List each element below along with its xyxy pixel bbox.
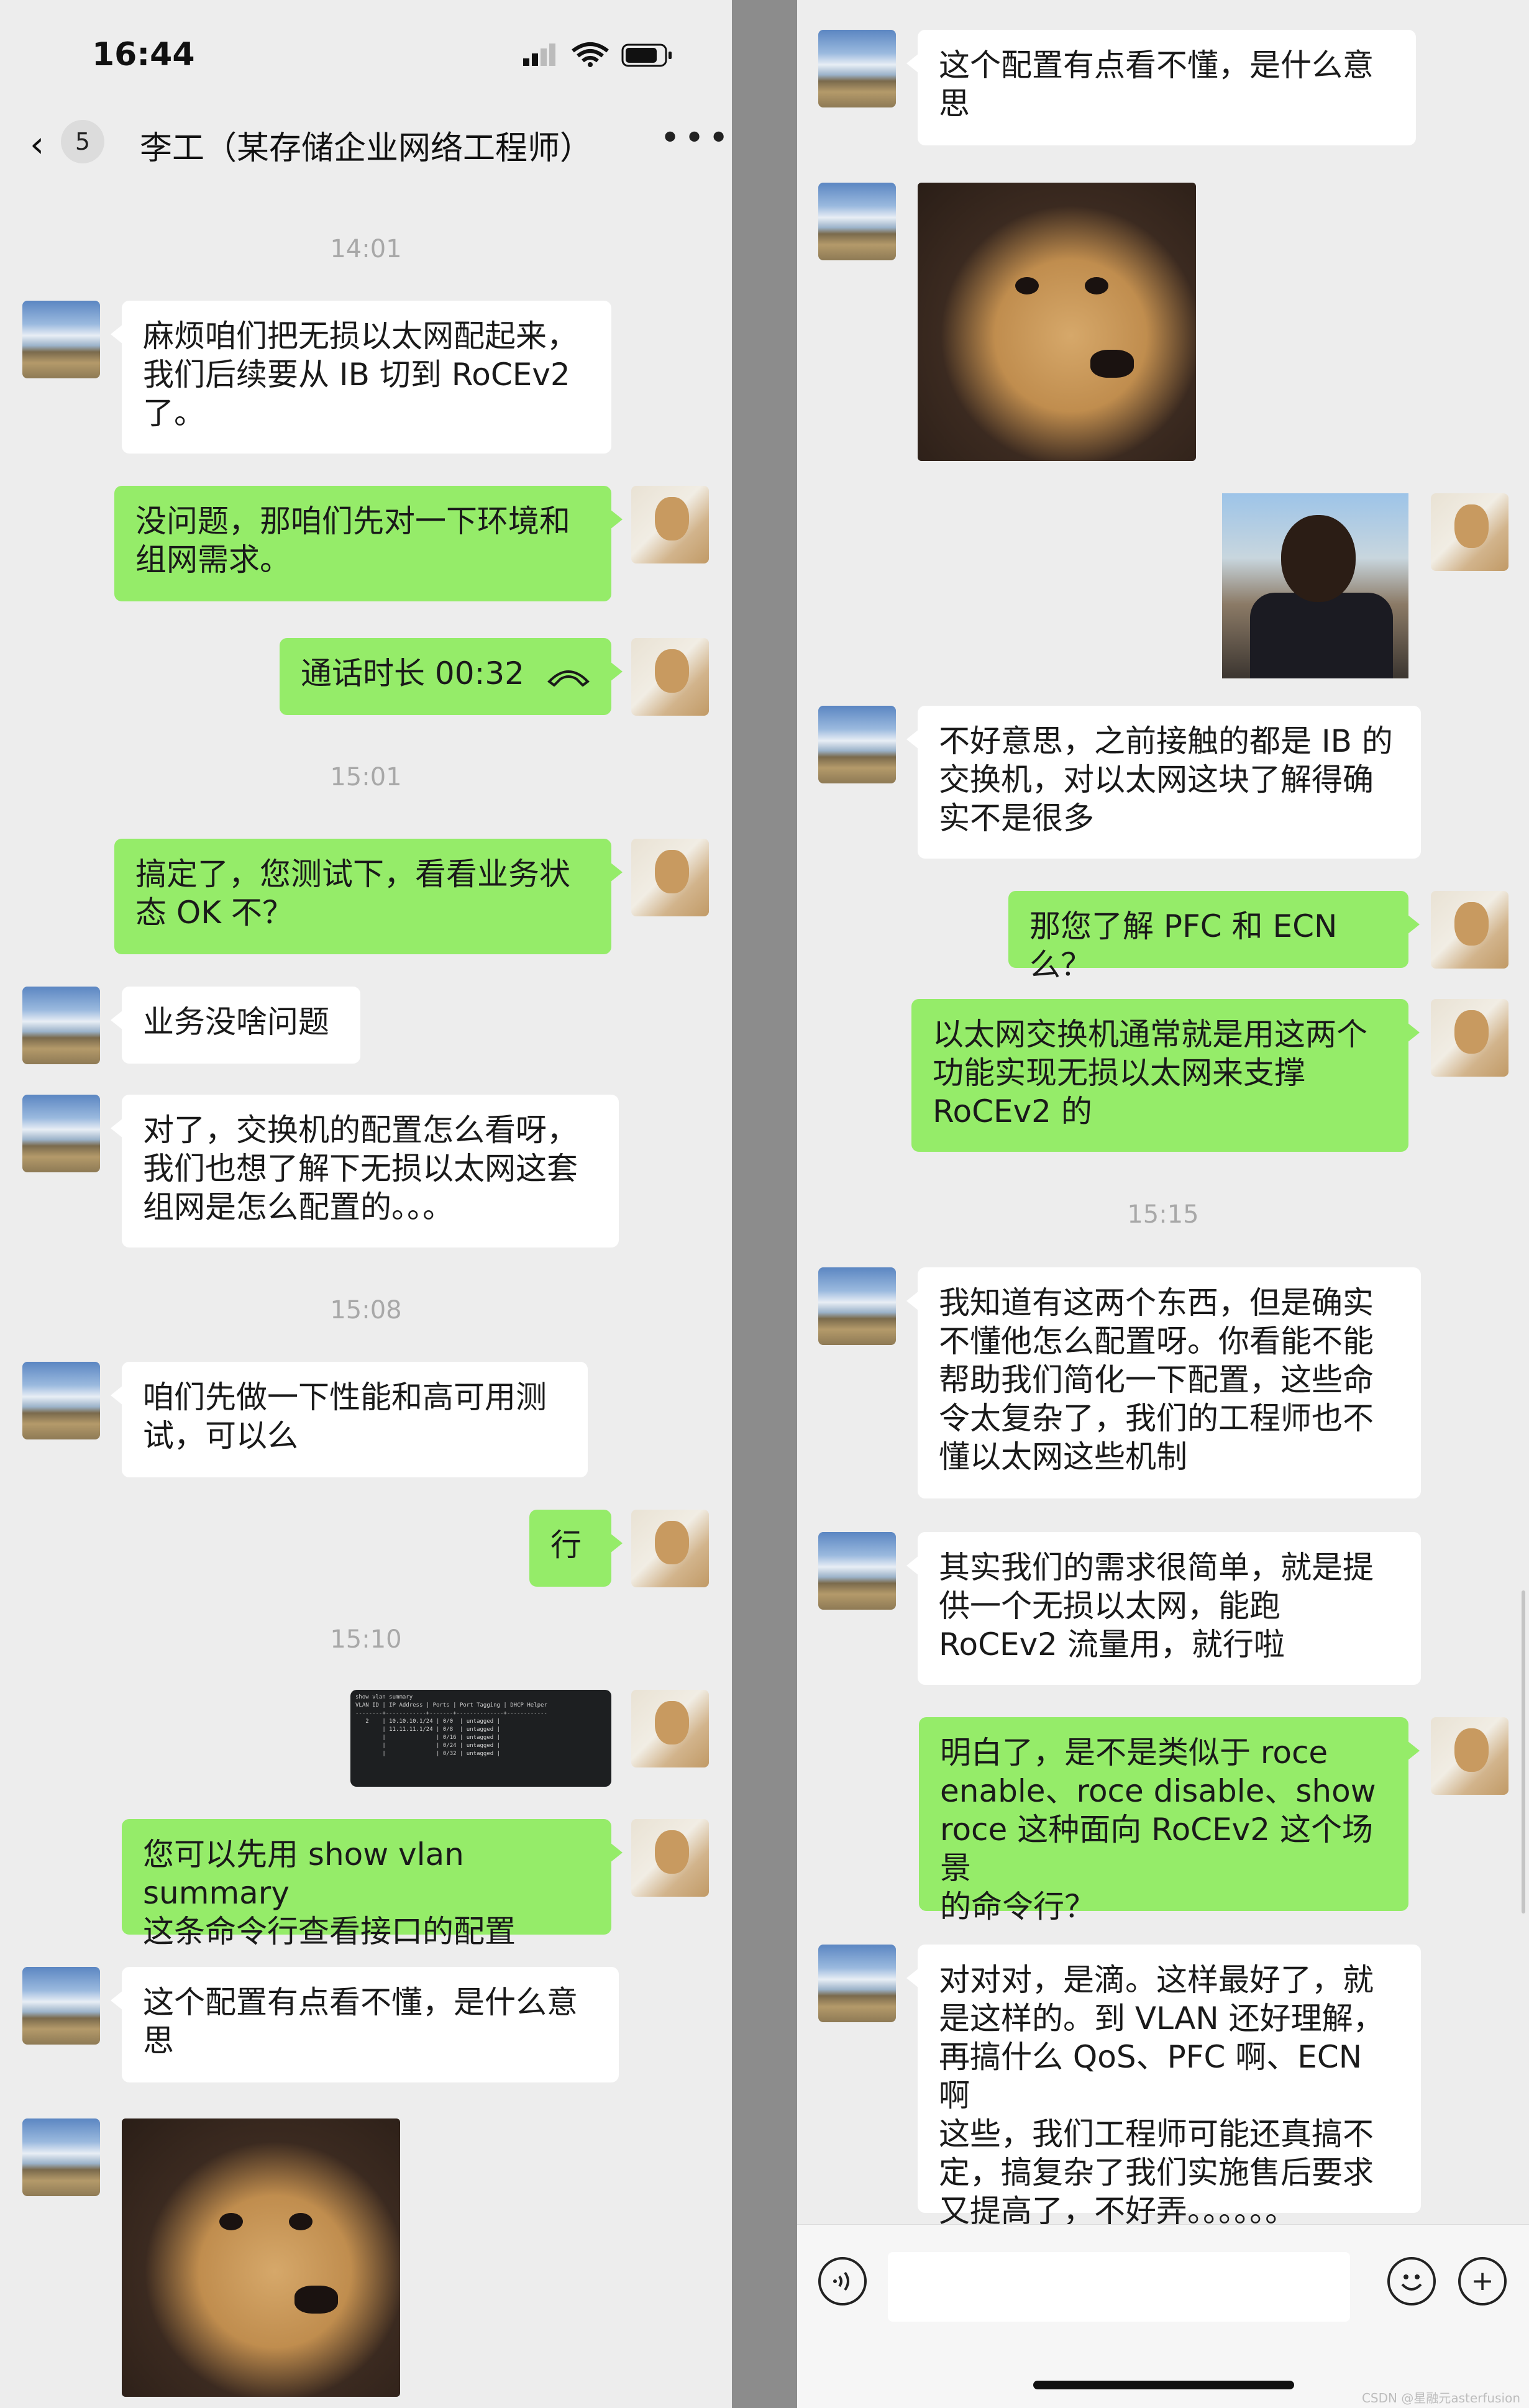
avatar[interactable] xyxy=(1431,999,1508,1077)
timestamp: 15:08 xyxy=(330,1296,402,1325)
avatar[interactable] xyxy=(631,486,709,563)
avatar[interactable] xyxy=(22,1362,100,1439)
avatar[interactable] xyxy=(22,1095,100,1172)
call-duration: 通话时长 00:32 xyxy=(301,655,524,691)
message-bubble[interactable]: 我知道有这两个东西，但是确实 不懂他怎么配置呀。你看能不能 帮助我们简化一下配置… xyxy=(906,1267,1421,1498)
terminal-screenshot[interactable]: show vlan summary VLAN ID | IP Address |… xyxy=(350,1690,611,1787)
wifi-icon xyxy=(572,42,609,63)
dog-sticker-image[interactable] xyxy=(122,2118,400,2397)
avatar[interactable] xyxy=(22,301,100,378)
left-chat-screenshot: 16:44 ‹ 5 李工（某存储企业网络工程师） ••• 14:01 麻烦咱们把… xyxy=(0,0,732,2408)
avatar[interactable] xyxy=(631,839,709,916)
more-icon[interactable]: ••• xyxy=(660,118,732,158)
avatar[interactable] xyxy=(1431,493,1508,571)
meme-shirt xyxy=(1250,593,1393,678)
message-bubble[interactable]: 这个配置有点看不懂，是什么意 思 xyxy=(906,30,1416,145)
chat-title: 李工（某存储企业网络工程师） xyxy=(140,130,593,167)
avatar[interactable] xyxy=(818,183,896,260)
message-bubble[interactable]: 不好意思，之前接触的都是 IB 的 交换机，对以太网这块了解得确 实不是很多 xyxy=(906,706,1421,859)
message-bubble[interactable]: 咱们先做一下性能和高可用测 试，可以么 xyxy=(111,1362,588,1477)
status-icons xyxy=(523,42,672,67)
smiling-boy-meme-image[interactable] xyxy=(1222,493,1408,678)
timestamp: 15:10 xyxy=(330,1625,402,1654)
avatar[interactable] xyxy=(631,638,709,716)
avatar[interactable] xyxy=(22,1967,100,2045)
avatar[interactable] xyxy=(631,1510,709,1587)
panel-divider xyxy=(732,0,797,2408)
avatar[interactable] xyxy=(818,1532,896,1610)
message-bubble[interactable]: 这个配置有点看不懂，是什么意 思 xyxy=(111,1967,619,2082)
message-bubble[interactable]: 业务没啥问题 xyxy=(111,987,360,1064)
message-bubble[interactable]: 其实我们的需求很简单，就是提 供一个无损以太网，能跑 RoCEv2 流量用，就行… xyxy=(906,1532,1421,1685)
right-chat-screenshot: 这个配置有点看不懂，是什么意 思 不好意思，之前接触的都是 IB 的 交换机，对… xyxy=(797,0,1529,2408)
chevron-left-icon[interactable]: ‹ xyxy=(30,123,44,165)
avatar[interactable] xyxy=(22,987,100,1064)
timestamp: 15:01 xyxy=(330,763,402,791)
meme-head xyxy=(1281,515,1356,602)
message-bubble[interactable]: 没问题，那咱们先对一下环境和 组网需求。 xyxy=(114,486,623,601)
message-bubble[interactable]: 您可以先用 show vlan summary 这条命令行查看接口的配置 xyxy=(122,1819,623,1950)
avatar[interactable] xyxy=(22,2118,100,2196)
scrollbar[interactable] xyxy=(1522,1590,1525,1913)
timestamp: 14:01 xyxy=(330,235,402,263)
dog-sticker-image[interactable] xyxy=(918,183,1196,461)
dog-eye xyxy=(1015,277,1039,295)
dog-eye xyxy=(288,2213,313,2231)
call-record-bubble[interactable]: 通话时长 00:32 xyxy=(280,638,623,715)
plus-icon[interactable]: + xyxy=(1458,2257,1507,2305)
home-indicator xyxy=(1033,2381,1294,2389)
avatar[interactable] xyxy=(631,1690,709,1767)
emoji-icon[interactable] xyxy=(1387,2257,1436,2305)
dog-nose xyxy=(1090,349,1134,378)
message-bubble[interactable]: 行 xyxy=(529,1510,623,1587)
message-bubble[interactable]: 以太网交换机通常就是用这两个 功能实现无损以太网来支撑 RoCEv2 的 xyxy=(911,999,1420,1152)
dog-eye xyxy=(1084,277,1108,295)
dog-eye xyxy=(219,2213,243,2231)
message-bubble[interactable]: 搞定了，您测试下，看看业务状 态 OK 不？ xyxy=(114,839,623,954)
avatar[interactable] xyxy=(818,706,896,783)
unread-count-badge[interactable]: 5 xyxy=(61,120,104,163)
phone-icon xyxy=(547,670,590,686)
voice-icon[interactable] xyxy=(818,2257,867,2305)
avatar[interactable] xyxy=(818,1267,896,1345)
message-bubble[interactable]: 明白了，是不是类似于 roce enable、roce disable、show… xyxy=(919,1717,1420,1925)
message-bubble[interactable]: 对了，交换机的配置怎么看呀， 我们也想了解下无损以太网这套 组网是怎么配置的。。… xyxy=(111,1095,619,1247)
dog-nose xyxy=(294,2285,338,2314)
watermark-text: CSDN @星融元asterfusion xyxy=(1361,2391,1520,2406)
avatar[interactable] xyxy=(631,1819,709,1897)
status-time: 16:44 xyxy=(92,36,195,73)
message-input[interactable] xyxy=(888,2252,1350,2322)
message-bubble[interactable]: 那您了解 PFC 和 ECN 么？ xyxy=(1008,891,1420,983)
message-bubble[interactable]: 对对对，是滴。这样最好了，就 是这样的。到 VLAN 还好理解， 再搞什么 Qo… xyxy=(906,1945,1421,2229)
avatar[interactable] xyxy=(1431,1717,1508,1795)
signal-icon xyxy=(523,58,529,66)
smiley-face xyxy=(1401,2274,1422,2291)
timestamp: 15:15 xyxy=(1127,1200,1199,1229)
avatar[interactable] xyxy=(818,30,896,107)
voice-wave xyxy=(833,2271,849,2291)
message-bubble[interactable]: 麻烦咱们把无损以太网配起来， 我们后续要从 IB 切到 RoCEv2 了。 xyxy=(111,301,611,454)
avatar[interactable] xyxy=(1431,891,1508,969)
avatar[interactable] xyxy=(818,1945,896,2022)
